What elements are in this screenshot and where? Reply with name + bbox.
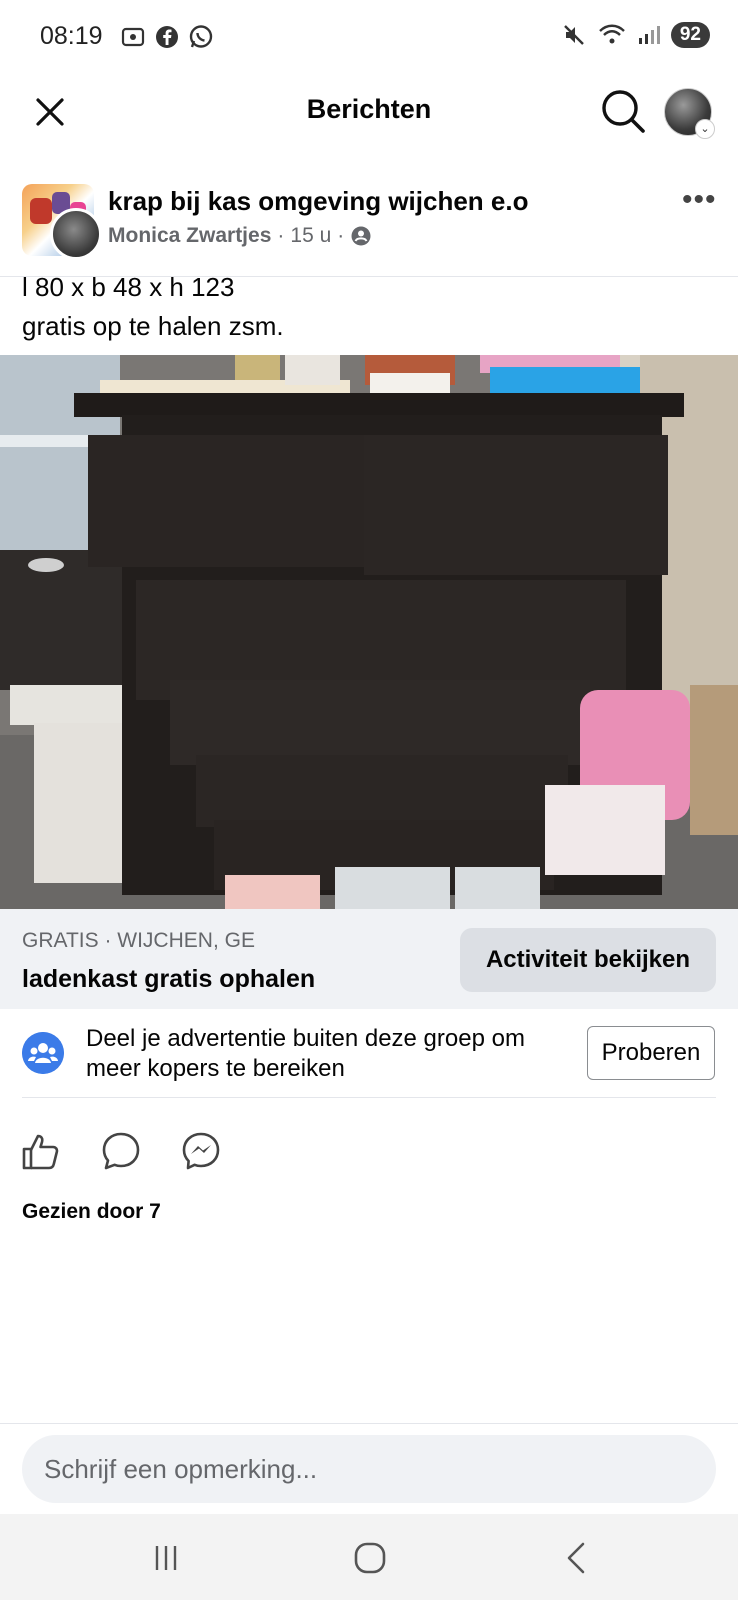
comment-icon[interactable]: [100, 1130, 142, 1172]
status-right: 92: [561, 22, 710, 48]
post-text-line: l 80 x b 48 x h 123: [22, 272, 235, 302]
battery-indicator: 92: [670, 22, 710, 48]
listing-title: ladenkast gratis ophalen: [22, 965, 316, 993]
divider: [22, 1097, 716, 1098]
listing-bar[interactable]: GRATIS · WIJCHEN, GE ladenkast gratis op…: [0, 909, 738, 1009]
listing-subtitle: GRATIS · WIJCHEN, GE: [22, 929, 255, 952]
comment-composer: [0, 1423, 738, 1514]
author-name[interactable]: Monica Zwartjes: [108, 224, 271, 248]
like-icon[interactable]: [20, 1130, 62, 1172]
more-options-icon[interactable]: •••: [682, 185, 722, 215]
share-prompt: Deel je advertentie buiten deze groep om…: [0, 1010, 738, 1096]
group-privacy-icon: [351, 226, 371, 246]
author-avatar[interactable]: [50, 208, 102, 260]
meta-separator: ·: [337, 224, 345, 247]
comment-input[interactable]: [22, 1435, 716, 1503]
recents-icon[interactable]: [144, 1536, 188, 1580]
post-text-line: gratis op te halen zsm.: [22, 311, 284, 341]
home-icon[interactable]: [348, 1536, 392, 1580]
group-name[interactable]: krap bij kas omgeving wijchen e.o: [108, 186, 528, 217]
status-left-icons: [120, 24, 214, 50]
groups-icon: [22, 1032, 64, 1074]
seen-by-count[interactable]: Gezien door 7: [22, 1200, 161, 1224]
mute-icon: [564, 25, 584, 45]
status-bar: 08:19 92: [0, 0, 738, 76]
listing-photo[interactable]: [0, 355, 738, 909]
system-nav-bar: [0, 1514, 738, 1600]
messenger-icon[interactable]: [180, 1130, 222, 1172]
top-header: Berichten ⌄: [0, 76, 738, 148]
whatsapp-icon: [189, 25, 213, 48]
chevron-down-icon: ⌄: [695, 119, 715, 139]
status-time: 08:19: [40, 22, 103, 50]
meta-separator: ·: [277, 224, 285, 247]
profile-avatar[interactable]: ⌄: [664, 88, 715, 139]
dresser-photo: [0, 355, 738, 909]
screenshot-icon: [121, 27, 145, 47]
search-icon[interactable]: [598, 86, 648, 136]
post-time[interactable]: 15 u: [290, 224, 331, 248]
post-header: krap bij kas omgeving wijchen e.o Monica…: [0, 178, 738, 260]
share-prompt-text: Deel je advertentie buiten deze groep om…: [86, 1025, 525, 1082]
post-meta: Monica Zwartjes · 15 u ·: [108, 224, 372, 248]
wifi-icon: [599, 24, 625, 44]
signal-icon: [638, 26, 660, 44]
facebook-icon: [156, 26, 178, 48]
post-text: l 80 x b 48 x h 123 gratis op te halen z…: [22, 268, 284, 346]
back-icon[interactable]: [556, 1536, 600, 1580]
group-avatar-art: [30, 198, 52, 224]
try-button[interactable]: Proberen: [587, 1026, 715, 1080]
view-activity-button[interactable]: Activiteit bekijken: [460, 928, 716, 992]
post-actions: [0, 1130, 738, 1180]
